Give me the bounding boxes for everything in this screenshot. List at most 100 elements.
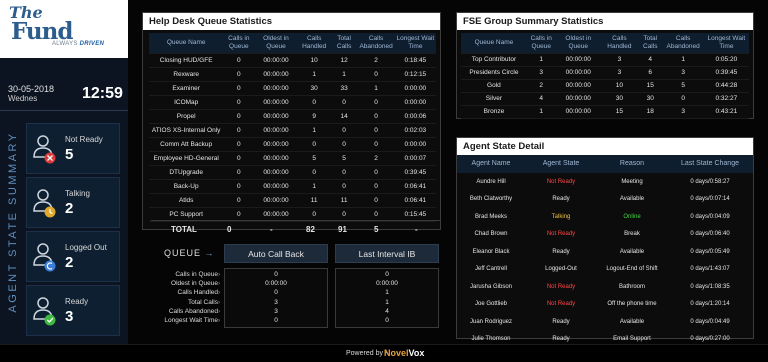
agent-row[interactable]: Joe Gottlieb Not Ready Off the phone time 0… [457,296,753,314]
company-logo: The Fund ALWAYS DRIVEN [0,0,128,58]
table-cell: 0:32:27 [703,92,749,106]
agent-name-cell: Aundre Hill [476,178,506,185]
table-cell: ICOMap [149,95,224,110]
agent-row[interactable]: Eleanor Black Ready Available 0 days/0:05:4… [457,243,753,261]
col-reason: Reason [619,160,645,167]
agent-change-cell: 0 days/0:06:40 [690,231,730,238]
table-row[interactable]: Presidents Circle 3 00:00:00 3 6 3 0:39:45 [461,66,749,80]
table-row[interactable]: ICOMap 0 00:00:00 0 0 0 0:00:00 [149,95,436,110]
table-cell: Employee HD-General [149,151,224,166]
table-row[interactable]: Rexware 0 00:00:00 1 1 0 0:12:15 [149,67,436,82]
table-row[interactable]: Comm Att Backup 0 00:00:00 0 0 0 0:00:00 [149,137,436,152]
current-day: Wednes [8,94,38,103]
table-cell: 0 [297,137,331,152]
table-cell: 0 [297,95,331,110]
table-cell: 0 [223,53,255,68]
agent-row[interactable]: Brad Meeks Talking Online 0 days/0:04:09 [457,208,753,226]
agent-row[interactable]: Jarusha Gibson Not Ready Bathroom 0 days/1:… [457,278,753,296]
agent-state-cell: Ready [552,196,570,203]
agent-row[interactable]: Aundre Hill Not Ready Meeting 0 days/0:58:2… [457,173,753,191]
table-cell: 3 [662,105,704,119]
table-cell: 0 [357,193,395,208]
table-row[interactable]: DTUpgrade 0 00:00:00 0 0 0 0:39:45 [149,165,436,180]
table-cell: 0:02:03 [394,123,436,138]
total-calls-in-queue: 0 [227,225,232,234]
table-cell: 0:00:00 [394,95,436,110]
table-cell: 1 [297,67,331,82]
agent-row[interactable]: Beth Clatworthy Ready Available 0 days/0:07… [457,191,753,209]
agent-state-cell: Logged-Out [545,266,577,273]
agent-name-cell: Chad Brown [474,231,508,238]
card-logged-out[interactable]: Logged Out 2 [26,231,120,282]
col-agent-state: Agent State [542,160,580,167]
table-cell: 0 [357,95,395,110]
table-header-row: Agent Name Agent State Reason Last State… [457,155,753,173]
table-cell: Closing HUD/GFE [149,53,224,68]
col-queue-name: Queue Name [149,33,224,54]
auto-call-back-value: 0 [274,317,278,324]
table-cell: 0 [223,179,255,194]
table-row[interactable]: Silver 4 00:00:00 30 30 0 0:32:27 [461,92,749,106]
table-cell: 0 [223,81,255,96]
col-queue-name: Queue Name [461,33,527,54]
table-cell: 00:00:00 [555,66,601,80]
table-row[interactable]: ATIOS XS-Internal Only 0 00:00:00 1 0 0 0:02:0… [149,123,436,138]
auto-call-back-tab[interactable]: Auto Call Back [224,244,328,263]
table-row[interactable]: Gold 2 00:00:00 10 15 5 0:44:28 [461,79,749,93]
table-row[interactable]: Employee HD-General 0 00:00:00 5 5 2 0:00:07 [149,151,436,166]
novelvox-logo: NovelVox [384,348,424,358]
card-not-ready[interactable]: Not Ready 5 [26,123,120,174]
table-row[interactable]: PC Support 0 00:00:00 0 0 0 0:15:45 [149,207,436,222]
table-cell: 00:00:00 [254,53,298,68]
table-row[interactable]: Atlds 0 00:00:00 11 11 0 0:06:41 [149,193,436,208]
col-calls-abandoned: Calls Abandoned [357,33,395,54]
queue-row-label: Oldest in Queue [171,280,218,288]
table-cell: 30 [637,92,663,106]
card-ready[interactable]: Ready 3 [26,285,120,336]
table-row[interactable]: Examiner 0 00:00:00 30 33 1 0:00:00 [149,81,436,96]
table-row[interactable]: Propel 0 00:00:00 9 14 0 0:00:06 [149,109,436,124]
table-cell: 5 [297,151,331,166]
table-cell: 15 [637,79,663,93]
queue-row-label: Calls Abandoned [168,307,218,315]
agent-change-cell: 0 days/1:20:14 [690,301,730,308]
table-cell: 0 [357,137,395,152]
table-cell: PC Support [149,207,224,222]
table-cell: 5 [662,79,704,93]
agent-not-ready-icon [33,135,56,164]
agent-row[interactable]: Jeff Cantrell Logged-Out Logout-End of Shi… [457,261,753,279]
agent-reason-cell: Available [619,196,645,203]
agent-reason-cell: Bathroom [618,283,645,290]
last-interval-ib-tab[interactable]: Last Interval IB [335,244,439,263]
table-cell: 0 [357,123,395,138]
card-label: Talking [65,189,90,198]
table-cell: 10 [297,53,331,68]
agent-state-panel: Agent State Detail Agent Name Agent Stat… [456,137,754,342]
table-cell: 0 [330,123,358,138]
table-cell: 0 [223,165,255,180]
table-row[interactable]: Closing HUD/GFE 0 00:00:00 10 12 2 0:18:45 [149,53,436,68]
table-row[interactable]: Top Contributor 1 00:00:00 3 4 1 0:05:20 [461,53,749,67]
table-cell: 1 [297,123,331,138]
agent-row[interactable]: Juan Rodriguez Ready Available 0 days/0:04:… [457,313,753,331]
card-talking[interactable]: Talking 2 [26,177,120,228]
table-row[interactable]: Bronze 1 00:00:00 15 18 3 0:43:21 [461,105,749,119]
agent-reason-cell: Break [624,231,640,238]
col-calls-handled: Calls Handled [600,33,638,54]
fse-title: FSE Group Summary Statistics [457,13,753,30]
agent-change-cell: 0 days/0:04:49 [690,318,730,325]
sidebar-divider [0,110,128,111]
logo-tagline: ALWAYS DRIVEN [52,41,104,47]
queue-label-text: QUEUE [164,248,202,258]
table-cell: Propel [149,109,224,124]
last-interval-value: 0 [385,271,389,278]
table-cell: 5 [330,151,358,166]
agent-reason-cell: Off the phone time [607,301,657,308]
table-cell: 00:00:00 [254,81,298,96]
auto-call-back-value: 0:00:00 [265,280,287,288]
queue-row-label: Longest Wait Time [164,317,218,324]
table-row[interactable]: Back-Up 0 00:00:00 1 0 0 0:06:41 [149,179,436,194]
last-interval-value: 0 [385,317,389,324]
table-cell: 0:00:06 [394,109,436,124]
agent-row[interactable]: Chad Brown Not Ready Break 0 days/0:06:40 [457,226,753,244]
